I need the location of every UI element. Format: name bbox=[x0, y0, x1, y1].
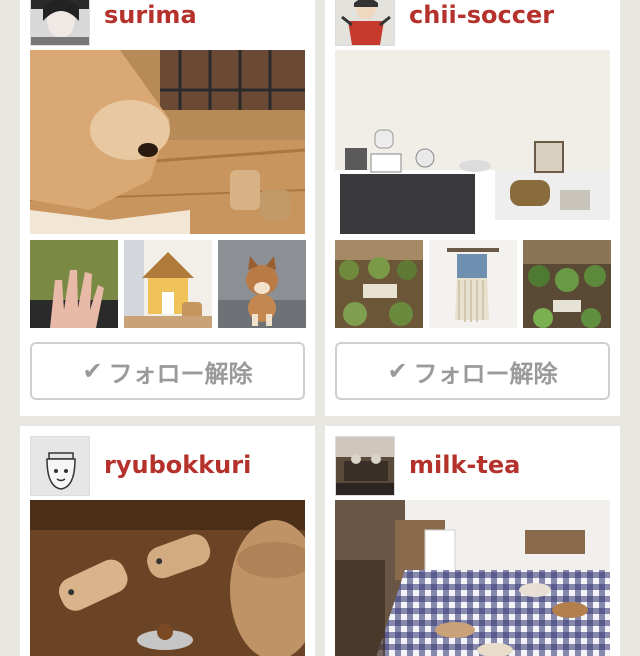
avatar[interactable] bbox=[30, 436, 90, 496]
user-card-ryubokkuri: ryubokkuri bbox=[20, 426, 315, 656]
avatar[interactable] bbox=[335, 0, 395, 46]
user-card-chii-soccer: chii-soccer ✔ フォロー解除 bbox=[325, 0, 620, 416]
hand-photo bbox=[30, 240, 118, 328]
username-link[interactable]: ryubokkuri bbox=[104, 450, 251, 480]
avatar-image bbox=[31, 437, 89, 495]
garden-photo bbox=[523, 240, 611, 328]
main-photo[interactable] bbox=[335, 50, 610, 234]
username-link[interactable]: surima bbox=[104, 0, 197, 30]
user-card-surima: surima ✔ フォロー解除 bbox=[20, 0, 315, 416]
weaving-photo bbox=[429, 240, 517, 328]
thumbnail-1[interactable] bbox=[335, 240, 423, 328]
unfollow-label: フォロー解除 bbox=[413, 359, 558, 388]
user-card-milk-tea: milk-tea bbox=[325, 426, 620, 656]
avatar-image bbox=[336, 437, 394, 495]
username-link[interactable]: chii-soccer bbox=[409, 0, 554, 30]
thumbnail-3[interactable] bbox=[218, 240, 306, 328]
thumbnail-3[interactable] bbox=[523, 240, 611, 328]
avatar[interactable] bbox=[335, 436, 395, 496]
doghouse-photo bbox=[124, 240, 212, 328]
dog-photo bbox=[30, 50, 305, 234]
unfollow-button[interactable]: ✔ フォロー解除 bbox=[30, 342, 305, 400]
check-icon: ✔ bbox=[387, 357, 408, 385]
thumbnail-1[interactable] bbox=[30, 240, 118, 328]
check-icon: ✔ bbox=[82, 357, 103, 385]
main-photo[interactable] bbox=[335, 500, 610, 656]
thumbnail-2[interactable] bbox=[429, 240, 517, 328]
unfollow-button[interactable]: ✔ フォロー解除 bbox=[335, 342, 610, 400]
main-photo[interactable] bbox=[30, 500, 305, 656]
puppy-photo bbox=[218, 240, 306, 328]
unfollow-label: フォロー解除 bbox=[108, 359, 253, 388]
cork-craft-photo bbox=[30, 500, 305, 656]
avatar-image bbox=[31, 0, 89, 45]
avatar[interactable] bbox=[30, 0, 90, 46]
plant-shelf-photo bbox=[335, 240, 423, 328]
avatar-image bbox=[336, 0, 394, 45]
username-link[interactable]: milk-tea bbox=[409, 450, 520, 480]
thumbnail-2[interactable] bbox=[124, 240, 212, 328]
dining-table-photo bbox=[335, 500, 610, 656]
main-photo[interactable] bbox=[30, 50, 305, 234]
interior-shelf-photo bbox=[335, 50, 610, 234]
